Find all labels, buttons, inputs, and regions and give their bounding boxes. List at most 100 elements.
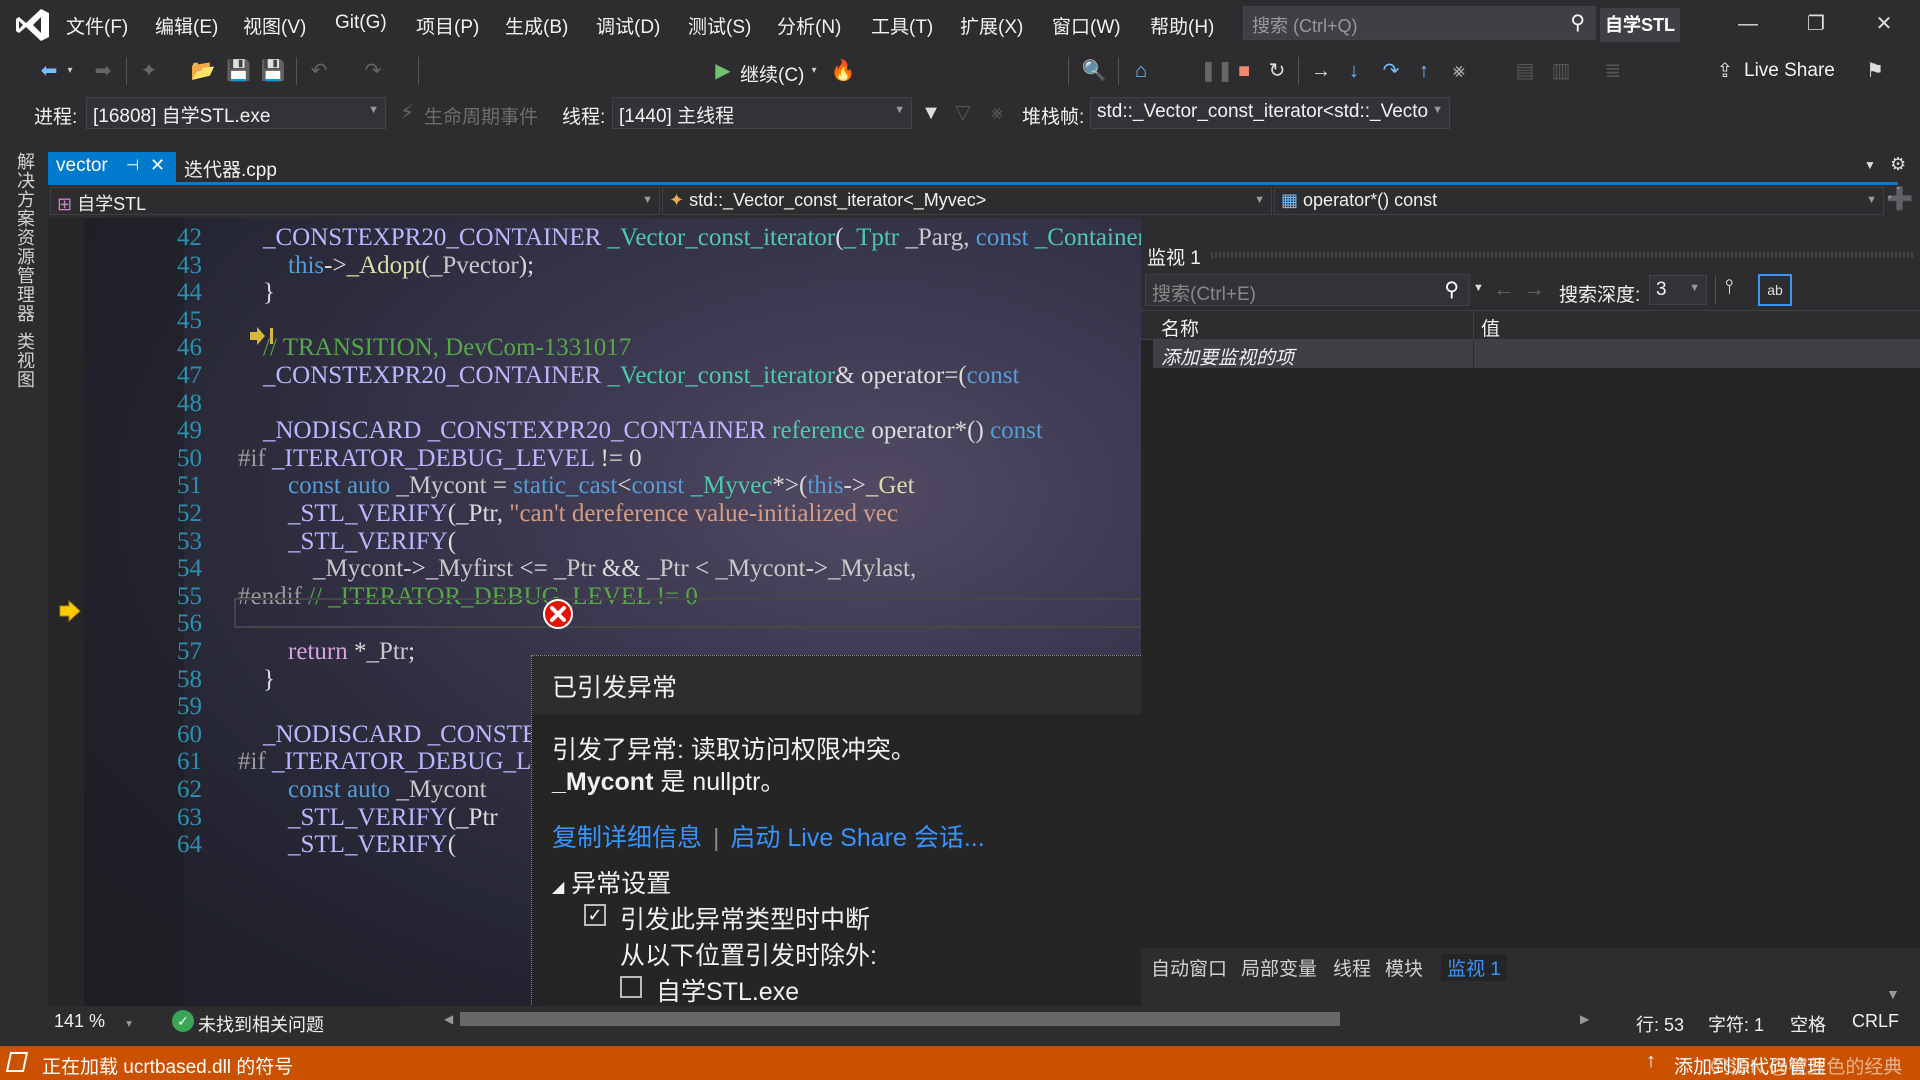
code-line[interactable]: _NODISCARD _CONSTEXPR20_CONTAINER refere… <box>238 417 1043 445</box>
lifecycle-icon[interactable]: ⚡ <box>396 100 418 126</box>
tab-threads[interactable]: 线程 <box>1333 954 1371 981</box>
menu-test[interactable]: 测试(S) <box>688 12 751 39</box>
quick-search-input[interactable]: 搜索 (Ctrl+Q) ⚲ <box>1243 6 1596 40</box>
application-home-icon[interactable]: ⌂ <box>1128 58 1154 84</box>
step-into-icon[interactable]: ↓ <box>1344 58 1364 84</box>
tab-overflow-icon[interactable]: ▼ <box>1864 158 1876 172</box>
pin-icon[interactable]: ⊣ <box>126 156 139 174</box>
feedback-icon[interactable]: ⚑ <box>1862 58 1888 84</box>
cursor-char[interactable]: 字符: 1 <box>1708 1011 1764 1037</box>
thread-select[interactable]: [1440] 主线程 ▼ <box>612 97 912 129</box>
close-window-button[interactable]: ✕ <box>1864 6 1904 42</box>
project-nav-select[interactable]: ⊞ 自学STL ▼ <box>50 187 660 215</box>
minimize-button[interactable]: ― <box>1728 6 1768 42</box>
visual-studio-logo-icon[interactable] <box>14 6 52 44</box>
except-module-checkbox[interactable] <box>620 976 642 998</box>
exception-settings-header[interactable]: ◢ 异常设置 <box>552 864 671 900</box>
indent-icon[interactable]: ≣ <box>1600 58 1626 84</box>
member-nav-select[interactable]: ▦ operator*() const ▼ <box>1274 187 1884 215</box>
restore-button[interactable]: ❐ <box>1796 6 1836 42</box>
process-select[interactable]: [16808] 自学STL.exe ▼ <box>86 97 386 129</box>
cursor-line[interactable]: 行: 53 <box>1636 1011 1684 1037</box>
filter-pin-icon[interactable]: ⫯ <box>1725 276 1734 299</box>
show-flagged-icon[interactable]: ⨳ <box>986 100 1008 126</box>
continue-play-icon[interactable]: ▶ <box>710 58 736 84</box>
indent-mode[interactable]: 空格 <box>1790 1011 1826 1037</box>
menu-project[interactable]: 项目(P) <box>416 12 479 39</box>
redo-icon[interactable]: ↷ <box>360 58 386 84</box>
code-line[interactable]: this->_Adopt(_Pvector); <box>238 252 534 280</box>
search-next-icon[interactable]: → <box>1523 276 1545 302</box>
tab-locals[interactable]: 局部变量 <box>1241 954 1317 981</box>
search-previous-icon[interactable]: ← <box>1493 276 1515 302</box>
code-line[interactable]: } <box>238 666 275 694</box>
stack-frame-select[interactable]: std::_Vector_const_iterator<std::_Vecto ▼ <box>1090 97 1450 129</box>
search-options-dropdown-icon[interactable]: ▼ <box>1473 282 1484 294</box>
close-tab-icon[interactable]: ✕ <box>150 155 165 176</box>
code-line[interactable]: _STL_VERIFY(_Ptr, "can't dereference val… <box>238 500 898 528</box>
lifecycle-events-button[interactable]: 生命周期事件 <box>424 102 538 129</box>
break-when-thrown-checkbox[interactable]: ✓ <box>584 904 606 926</box>
class-view-tab[interactable]: 类视图 <box>12 332 38 389</box>
menu-build[interactable]: 生成(B) <box>505 12 568 39</box>
find-in-files-icon[interactable]: 🔍 <box>1080 58 1108 84</box>
tab-watch-1[interactable]: 监视 1 <box>1441 954 1507 981</box>
menu-view[interactable]: 视图(V) <box>243 12 306 39</box>
column-divider[interactable] <box>1473 311 1474 341</box>
search-depth-select[interactable]: 3 ▼ <box>1649 275 1707 305</box>
menu-git[interactable]: Git(G) <box>335 12 387 34</box>
settings-gear-icon[interactable]: ⚙ <box>1890 154 1906 175</box>
code-line[interactable]: const auto _Mycont <box>238 776 487 804</box>
scope-nav-select[interactable]: ✦ std::_Vector_const_iterator<_Myvec> ▼ <box>662 187 1272 215</box>
code-line[interactable]: const auto _Mycont = static_cast<const _… <box>238 472 915 500</box>
stop-debugging-icon[interactable]: ■ <box>1234 58 1254 84</box>
code-line[interactable]: } <box>238 279 275 307</box>
split-editor-icon[interactable]: ➕ <box>1886 186 1913 212</box>
save-icon[interactable]: 💾 <box>226 58 251 84</box>
filter-icon[interactable]: ▼ <box>920 100 942 126</box>
zoom-level-select[interactable]: 141 % ▼ <box>50 1008 140 1036</box>
save-all-icon[interactable]: 💾 <box>260 58 286 84</box>
show-next-statement-icon[interactable]: → <box>1308 58 1334 84</box>
menu-analyze[interactable]: 分析(N) <box>777 12 841 39</box>
navigate-back-icon[interactable]: ⬅ <box>36 58 62 84</box>
menu-help[interactable]: 帮助(H) <box>1150 12 1214 39</box>
code-line[interactable]: _STL_VERIFY(_Ptr <box>238 804 498 832</box>
disable-breakpoints-icon[interactable]: ⨳ <box>1446 58 1472 84</box>
code-line[interactable]: _CONSTEXPR20_CONTAINER _Vector_const_ite… <box>238 224 1141 252</box>
hex-display-toggle-icon[interactable]: ab <box>1758 274 1792 306</box>
column-value-header[interactable]: 值 <box>1481 314 1500 341</box>
execution-pointer-icon[interactable] <box>58 599 82 623</box>
step-out-icon[interactable]: ↑ <box>1414 58 1434 84</box>
column-name-header[interactable]: 名称 <box>1161 314 1199 341</box>
step-over-icon[interactable]: ↷ <box>1378 58 1404 84</box>
code-line[interactable]: _STL_VERIFY( <box>238 831 456 859</box>
back-dropdown-icon[interactable]: ▾ <box>64 58 76 84</box>
copy-details-link[interactable]: 复制详细信息 <box>552 824 702 852</box>
tab-iterator-cpp[interactable]: 迭代器.cpp <box>176 152 285 182</box>
live-share-button[interactable]: Live Share <box>1744 60 1835 82</box>
watch-search-input[interactable]: 搜索(Ctrl+E) ⚲ <box>1145 274 1470 306</box>
menu-file[interactable]: 文件(F) <box>66 12 128 39</box>
issues-status[interactable]: 未找到相关问题 <box>198 1011 324 1037</box>
open-file-icon[interactable]: 📂 <box>190 58 216 84</box>
code-line[interactable]: _Mycont->_Myfirst <= _Ptr && _Ptr < _Myc… <box>238 555 916 583</box>
add-watch-placeholder[interactable]: 添加要监视的项 <box>1161 343 1294 370</box>
undo-icon[interactable]: ↶ <box>306 58 332 84</box>
code-line[interactable]: return *_Ptr; <box>238 638 415 666</box>
new-item-icon[interactable]: ✦ <box>136 58 162 84</box>
line-endings[interactable]: CRLF <box>1852 1011 1899 1032</box>
pause-icon[interactable]: ❚❚ <box>1200 58 1234 84</box>
scroll-right-icon[interactable]: ▶ <box>1580 1012 1589 1026</box>
code-line[interactable]: // TRANSITION, DevCom-1331017 <box>238 334 631 362</box>
code-line[interactable]: #if _ITERATOR_DEBUG_LEVEL != 0 <box>238 445 642 473</box>
live-share-icon[interactable]: ⇪ <box>1712 58 1738 84</box>
menu-tools[interactable]: 工具(T) <box>871 12 933 39</box>
tab-modules[interactable]: 模块 <box>1385 954 1423 981</box>
horizontal-scrollbar-thumb[interactable] <box>460 1012 1340 1026</box>
menu-extensions[interactable]: 扩展(X) <box>960 12 1023 39</box>
code-line[interactable]: _CONSTEXPR20_CONTAINER _Vector_const_ite… <box>238 362 1019 390</box>
menu-debug[interactable]: 调试(D) <box>596 12 660 39</box>
scroll-left-icon[interactable]: ◀ <box>444 1012 453 1026</box>
menu-window[interactable]: 窗口(W) <box>1052 12 1121 39</box>
